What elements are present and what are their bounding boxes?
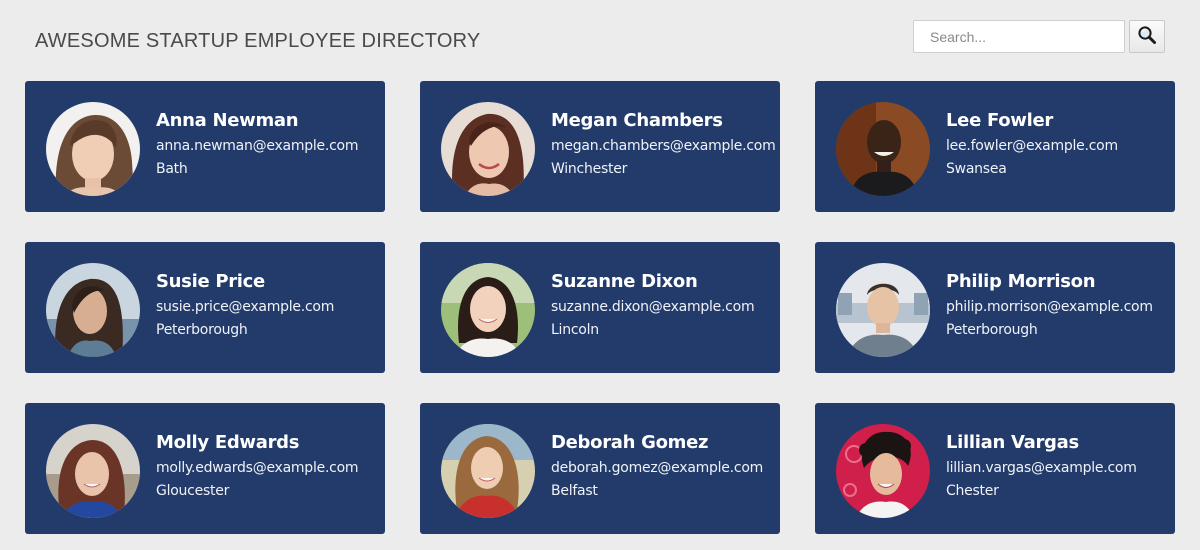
avatar bbox=[441, 102, 535, 196]
employee-city: Winchester bbox=[551, 161, 628, 177]
employee-card[interactable]: Megan Chambers megan.chambers@example.co… bbox=[420, 81, 780, 212]
employee-city: Swansea bbox=[946, 161, 1007, 177]
avatar bbox=[46, 424, 140, 518]
employee-email: lillian.vargas@example.com bbox=[946, 460, 1137, 476]
employee-email: philip.morrison@example.com bbox=[946, 299, 1153, 315]
employee-name: Deborah Gomez bbox=[551, 432, 709, 453]
search-input[interactable] bbox=[913, 20, 1125, 53]
employee-city: Peterborough bbox=[156, 322, 248, 338]
employee-email: suzanne.dixon@example.com bbox=[551, 299, 755, 315]
employee-name: Molly Edwards bbox=[156, 432, 300, 453]
card-info: Anna Newman anna.newman@example.com Bath bbox=[156, 109, 359, 181]
avatar bbox=[836, 424, 930, 518]
employee-name: Suzanne Dixon bbox=[551, 271, 698, 292]
employee-card[interactable]: Lillian Vargas lillian.vargas@example.co… bbox=[815, 403, 1175, 534]
card-info: Megan Chambers megan.chambers@example.co… bbox=[551, 109, 776, 181]
card-info: Molly Edwards molly.edwards@example.com … bbox=[156, 431, 359, 503]
search-icon bbox=[1137, 25, 1157, 48]
employee-city: Lincoln bbox=[551, 322, 599, 338]
employee-card[interactable]: Deborah Gomez deborah.gomez@example.com … bbox=[420, 403, 780, 534]
card-info: Deborah Gomez deborah.gomez@example.com … bbox=[551, 431, 763, 503]
search-button[interactable] bbox=[1129, 20, 1165, 53]
employee-email: lee.fowler@example.com bbox=[946, 138, 1118, 154]
search-form bbox=[913, 20, 1165, 53]
card-info: Susie Price susie.price@example.com Pete… bbox=[156, 270, 334, 342]
employee-city: Chester bbox=[946, 483, 999, 499]
employee-city: Belfast bbox=[551, 483, 598, 499]
employee-email: anna.newman@example.com bbox=[156, 138, 359, 154]
employee-card[interactable]: Philip Morrison philip.morrison@example.… bbox=[815, 242, 1175, 373]
employee-card[interactable]: Suzanne Dixon suzanne.dixon@example.com … bbox=[420, 242, 780, 373]
employee-city: Peterborough bbox=[946, 322, 1038, 338]
avatar bbox=[836, 263, 930, 357]
employee-city: Gloucester bbox=[156, 483, 230, 499]
employee-city: Bath bbox=[156, 161, 188, 177]
employee-name: Lee Fowler bbox=[946, 110, 1053, 131]
employee-email: deborah.gomez@example.com bbox=[551, 460, 764, 476]
employee-name: Anna Newman bbox=[156, 110, 299, 131]
employee-email: susie.price@example.com bbox=[156, 299, 335, 315]
employee-name: Megan Chambers bbox=[551, 110, 723, 131]
avatar bbox=[441, 263, 535, 357]
avatar bbox=[46, 102, 140, 196]
card-info: Philip Morrison philip.morrison@example.… bbox=[946, 270, 1153, 342]
card-info: Lee Fowler lee.fowler@example.com Swanse… bbox=[946, 109, 1118, 181]
avatar bbox=[836, 102, 930, 196]
employee-name: Philip Morrison bbox=[946, 271, 1096, 292]
employee-gallery: Anna Newman anna.newman@example.com Bath… bbox=[25, 81, 1175, 534]
employee-name: Lillian Vargas bbox=[946, 432, 1079, 453]
employee-card[interactable]: Anna Newman anna.newman@example.com Bath bbox=[25, 81, 385, 212]
avatar bbox=[441, 424, 535, 518]
avatar bbox=[46, 263, 140, 357]
card-info: Suzanne Dixon suzanne.dixon@example.com … bbox=[551, 270, 755, 342]
employee-email: megan.chambers@example.com bbox=[551, 138, 776, 154]
employee-name: Susie Price bbox=[156, 271, 265, 292]
employee-card[interactable]: Lee Fowler lee.fowler@example.com Swanse… bbox=[815, 81, 1175, 212]
page-title: AWESOME STARTUP EMPLOYEE DIRECTORY bbox=[35, 30, 481, 52]
employee-email: molly.edwards@example.com bbox=[156, 460, 359, 476]
employee-card[interactable]: Molly Edwards molly.edwards@example.com … bbox=[25, 403, 385, 534]
card-info: Lillian Vargas lillian.vargas@example.co… bbox=[946, 431, 1137, 503]
employee-card[interactable]: Susie Price susie.price@example.com Pete… bbox=[25, 242, 385, 373]
